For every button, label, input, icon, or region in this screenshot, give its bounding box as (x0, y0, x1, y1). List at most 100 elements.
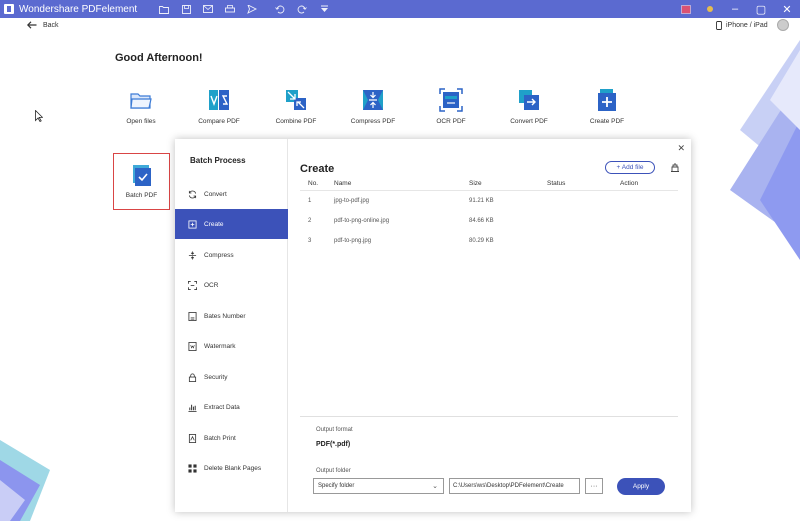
tool-label: Compare PDF (198, 118, 240, 125)
mouse-cursor-icon (35, 110, 43, 122)
folder-path-input[interactable]: C:\Users\ws\Desktop\PDFelement\Create (449, 478, 580, 494)
print-icon[interactable] (225, 4, 236, 14)
chevron-down-icon: ⌄ (432, 483, 438, 490)
back-button[interactable]: Back (27, 21, 59, 29)
mail-icon[interactable] (203, 4, 214, 14)
sidebar-item-label: OCR (204, 281, 219, 289)
tool-create-pdf[interactable]: Create PDF (572, 88, 642, 125)
combine-icon (286, 90, 306, 110)
tool-ocr-pdf[interactable]: OCR PDF (416, 88, 486, 125)
extract-data-icon (188, 404, 197, 412)
sidebar-item-convert[interactable]: Convert (175, 179, 288, 209)
folder-select-value: Specify folder (318, 483, 355, 489)
sidebar-item-watermark[interactable]: Watermark (175, 331, 288, 361)
tool-compress-pdf[interactable]: Compress PDF (338, 88, 408, 125)
sidebar-item-label: Convert (204, 190, 227, 198)
panel-title: Create (300, 163, 335, 175)
ocr-icon (439, 88, 463, 112)
output-format-label: Output format (316, 427, 353, 433)
sidebar-item-ocr[interactable]: OCR (175, 270, 288, 300)
app-logo-icon (4, 4, 14, 14)
bates-number-icon (188, 311, 197, 321)
batch-pdf-label: Batch PDF (125, 192, 158, 199)
tool-open-files[interactable]: Open files (106, 88, 176, 125)
greeting: Good Afternoon! (115, 52, 203, 64)
refresh-icon (188, 190, 197, 198)
batch-main-panel: ✕ Create + Add file No. Name Size Status… (288, 139, 691, 512)
batch-sidebar: Batch Process Convert Create Compress OC… (175, 139, 288, 512)
tool-label: Combine PDF (275, 118, 317, 125)
cell-no: 1 (308, 198, 312, 204)
undo-icon[interactable] (275, 4, 285, 14)
sidebar-item-delete-blank-pages[interactable]: Delete Blank Pages (175, 453, 288, 483)
sidebar-item-label: Batch Print (204, 434, 236, 442)
sidebar-item-compress[interactable]: Compress (175, 240, 288, 270)
settings-icon[interactable] (670, 162, 680, 172)
compress-small-icon (188, 250, 197, 260)
sidebar-item-security[interactable]: Security (175, 362, 288, 392)
tool-combine-pdf[interactable]: Combine PDF (261, 88, 331, 125)
cell-size: 91.21 KB (469, 198, 494, 204)
cell-name: jpg-to-pdf.jpg (334, 198, 370, 204)
create-file-icon (188, 219, 197, 229)
phone-icon (716, 21, 722, 30)
tool-label: Create PDF (589, 118, 625, 125)
close-button[interactable]: ✕ (774, 0, 800, 18)
lock-icon (188, 373, 197, 382)
col-size: Size (469, 180, 482, 187)
table-row[interactable]: 1 jpg-to-pdf.jpg 91.21 KB (300, 191, 678, 211)
sidebar-item-extract-data[interactable]: Extract Data (175, 392, 288, 422)
dialog-close-button[interactable]: ✕ (677, 143, 685, 154)
grid-icon (188, 463, 197, 473)
sidebar-item-label: Bates Number (204, 312, 246, 320)
quick-access-dropdown-icon[interactable] (319, 4, 329, 14)
ocr-small-icon (188, 280, 197, 290)
table-row[interactable]: 2 pdf-to-png-online.jpg 84.66 KB (300, 211, 678, 231)
cell-no: 3 (308, 238, 312, 244)
cell-size: 84.66 KB (469, 218, 494, 224)
col-no: No. (308, 180, 319, 187)
sidebar-item-label: Security (204, 373, 228, 381)
sidebar-item-label: Delete Blank Pages (204, 464, 262, 472)
sidebar-item-bates-number[interactable]: Bates Number (175, 301, 288, 331)
theme-icon[interactable] (705, 4, 715, 14)
col-name: Name (334, 180, 352, 187)
create-icon (598, 89, 616, 111)
redo-icon[interactable] (297, 4, 308, 14)
batch-pdf-tile[interactable]: Batch PDF (113, 153, 170, 210)
app-title: Wondershare PDFelement (19, 3, 138, 15)
footer-divider (300, 416, 678, 417)
sidebar-item-label: Extract Data (204, 403, 240, 411)
tool-label: Open files (126, 118, 156, 125)
output-format-value: PDF(*.pdf) (316, 441, 351, 448)
device-label: iPhone / iPad (726, 22, 768, 29)
browse-button[interactable]: ··· (585, 478, 603, 494)
cell-size: 80.29 KB (469, 238, 494, 244)
sidebar-item-create[interactable]: Create (175, 209, 288, 239)
folder-select[interactable]: Specify folder ⌄ (313, 478, 444, 494)
compare-icon (209, 90, 229, 110)
col-status: Status (547, 180, 566, 187)
batch-pdf-icon (132, 165, 151, 186)
table-row[interactable]: 3 pdf-to-png.jpg 80.29 KB (300, 231, 678, 251)
folder-icon[interactable] (159, 4, 170, 14)
back-label: Back (43, 21, 59, 29)
add-file-button[interactable]: + Add file (605, 161, 655, 174)
tool-label: Convert PDF (510, 118, 548, 125)
sidebar-item-batch-print[interactable]: Batch Print (175, 423, 288, 453)
convert-icon (519, 90, 539, 110)
share-icon[interactable] (247, 4, 258, 14)
maximize-button[interactable]: ▢ (748, 0, 774, 18)
save-icon[interactable] (181, 4, 191, 14)
open-folder-icon (130, 93, 152, 109)
device-link[interactable]: iPhone / iPad (716, 21, 768, 30)
apply-button[interactable]: Apply (617, 478, 665, 495)
avatar[interactable] (777, 19, 789, 31)
account-icon[interactable] (681, 4, 691, 14)
minimize-button[interactable]: – (722, 0, 748, 18)
cell-name: pdf-to-png-online.jpg (334, 218, 390, 224)
tool-label: OCR PDF (436, 118, 466, 125)
decorative-papers-right (730, 40, 800, 260)
tool-convert-pdf[interactable]: Convert PDF (494, 88, 564, 125)
tool-compare-pdf[interactable]: Compare PDF (184, 88, 254, 125)
